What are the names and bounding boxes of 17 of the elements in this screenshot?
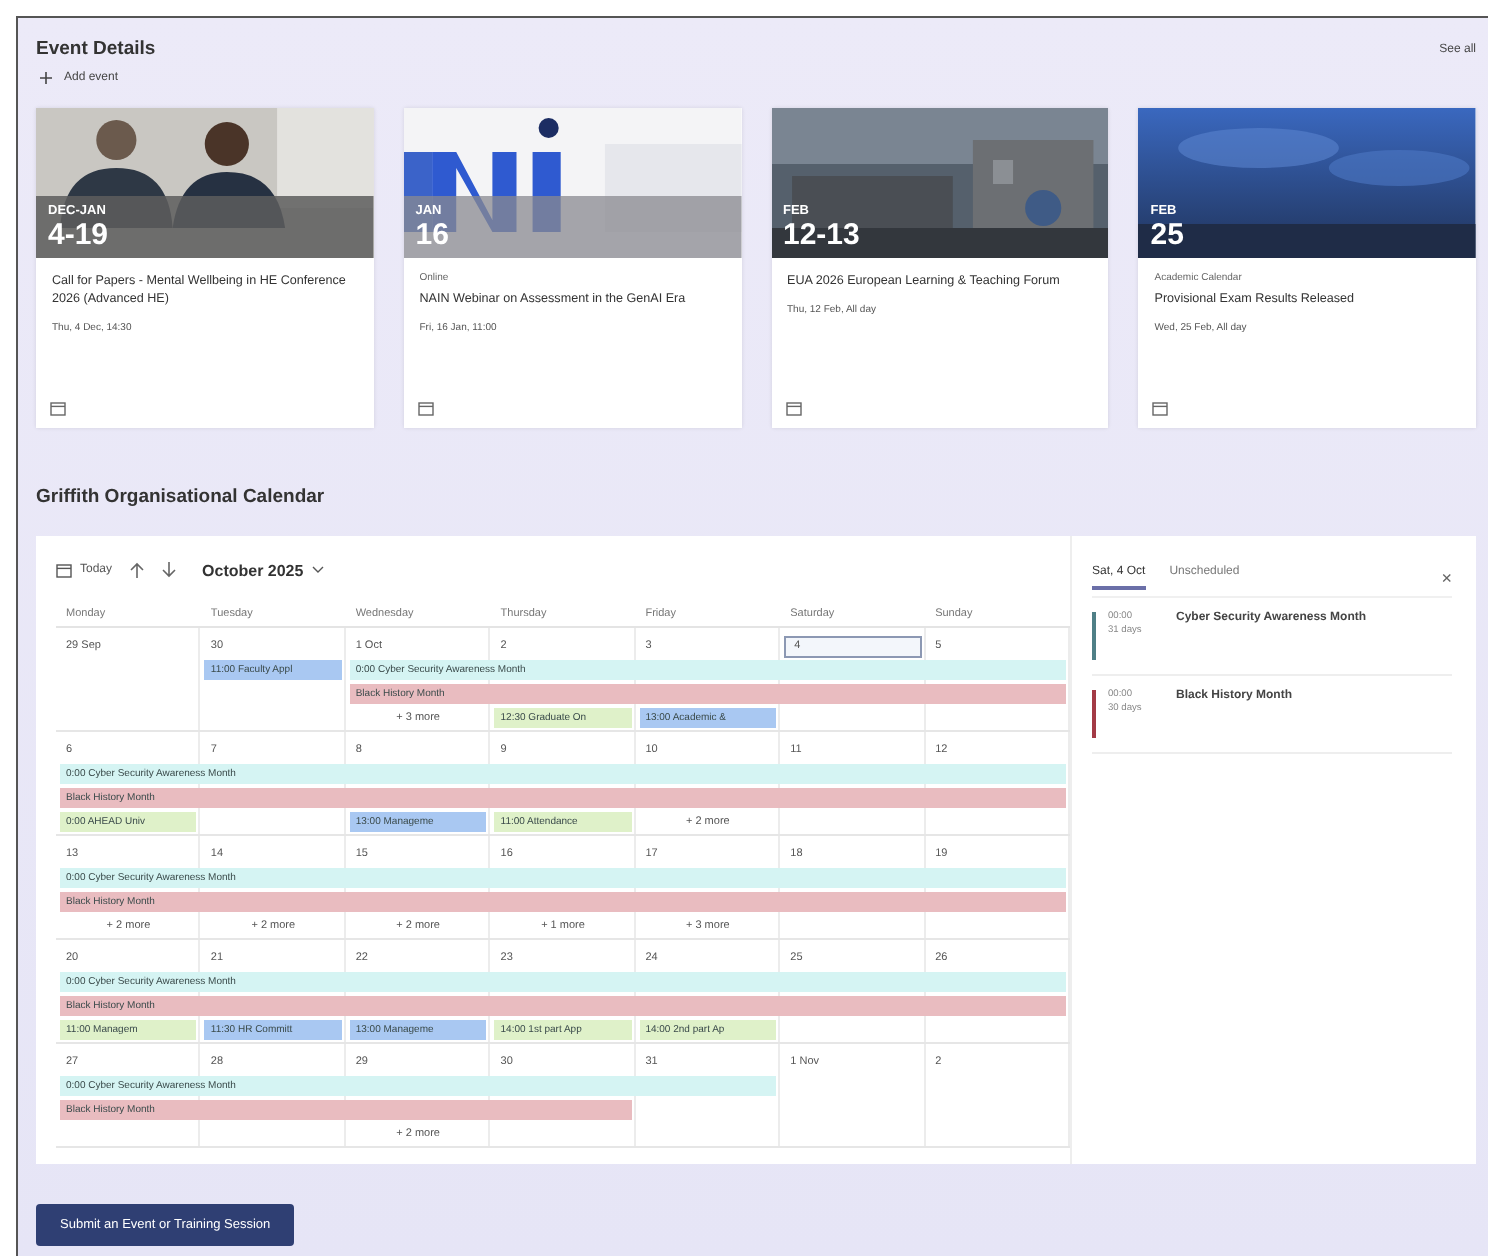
date-day: 25 (1150, 220, 1184, 250)
plus-icon (40, 72, 52, 84)
calendar-title: Griffith Organisational Calendar (36, 486, 327, 508)
date-day: 4-19 (48, 220, 109, 250)
close-button[interactable]: × (1441, 568, 1452, 588)
calendar-icon[interactable] (50, 402, 66, 416)
up-arrow-icon[interactable] (130, 562, 145, 578)
calendar-icon (56, 563, 72, 577)
calendar-icon[interactable] (417, 402, 434, 416)
chevron-down-icon (311, 566, 324, 574)
down-arrow-icon[interactable] (162, 562, 177, 578)
date-day: 12-13 (783, 220, 860, 250)
date-day: 16 (415, 220, 449, 250)
calendar-icon[interactable] (785, 402, 801, 416)
section-title: Event Details (36, 38, 156, 60)
calendar-icon[interactable] (1152, 402, 1169, 416)
month-picker[interactable]: October 2025 (202, 561, 324, 579)
